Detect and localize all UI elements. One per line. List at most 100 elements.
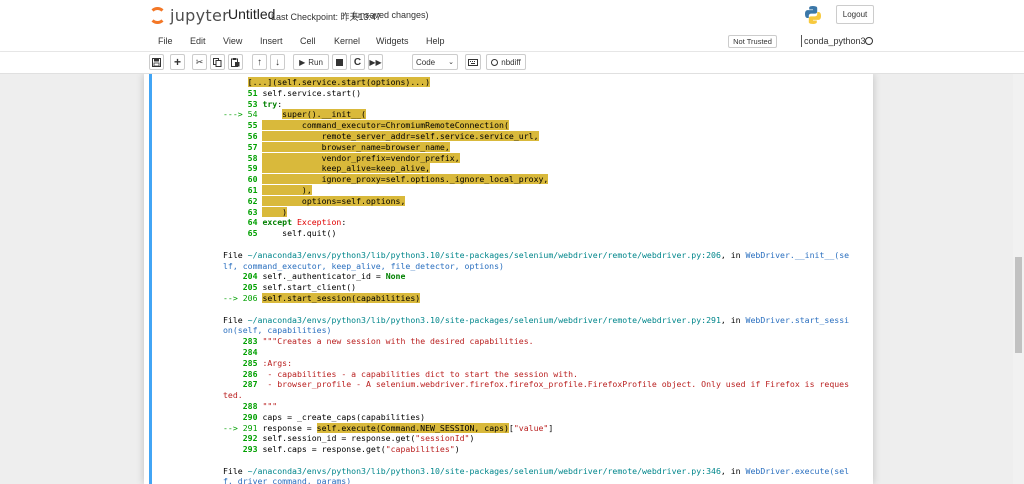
output-segment: None (385, 271, 406, 282)
output-segment: 61 (247, 184, 258, 195)
output-line: f, driver_command, params) (223, 476, 853, 484)
selected-cell-indicator (149, 74, 152, 484)
output-segment: 63 (247, 206, 258, 217)
cut-button[interactable]: ✂ (192, 54, 207, 70)
chevron-down-icon: ⌄ (448, 59, 454, 66)
output-segment: File (223, 314, 248, 325)
output-line: 292 self.session_id = response.get("sess… (223, 433, 853, 444)
output-segment: 57 (247, 141, 258, 152)
plus-icon: + (173, 55, 181, 69)
menu-insert[interactable]: Insert (260, 36, 283, 46)
output-segment: 204 (242, 271, 258, 282)
copy-button[interactable] (210, 54, 225, 70)
output-segment (223, 185, 248, 195)
output-line: 56 remote_server_addr=self.service.servi… (223, 130, 853, 142)
jupyter-logo[interactable]: jupyter (149, 5, 229, 25)
jupyter-logo-text: jupyter (170, 5, 230, 25)
output-segment: self.session_id = response.get( (257, 433, 416, 444)
output-line: 63 ) (223, 206, 853, 218)
output-segment (223, 401, 243, 411)
output-line: 283 """Creates a new session with the de… (223, 336, 853, 347)
output-segment: 56 (247, 130, 258, 141)
output-segment: except (262, 217, 293, 228)
output-segment: f, driver_command, params) (223, 476, 352, 484)
restart-icon: C (353, 56, 362, 68)
output-line: --> 291 response = self.execute(Command.… (223, 422, 853, 434)
paste-icon (231, 57, 240, 67)
output-line: 61 ), (223, 184, 853, 196)
move-down-button[interactable]: ↓ (270, 54, 285, 70)
output-segment: remote_server_addr=self.service.service_… (262, 130, 539, 141)
output-segment (223, 444, 243, 454)
menu-view[interactable]: View (223, 36, 242, 46)
output-line: 64 except Exception: (223, 217, 853, 228)
restart-run-all-button[interactable]: ▶▶ (368, 54, 383, 70)
menu-edit[interactable]: Edit (190, 36, 206, 46)
restart-button[interactable]: C (350, 54, 365, 70)
output-segment: ~/anaconda3/envs/python3/lib/python3.10/… (247, 465, 721, 476)
menu-file[interactable]: File (158, 36, 173, 46)
output-segment: [...](self.service.start(options)...) (247, 77, 431, 87)
output-segment (223, 282, 243, 292)
cell-type-value: Code (416, 57, 436, 67)
menu-kernel[interactable]: Kernel (334, 36, 360, 46)
run-button[interactable]: ▶ Run (293, 54, 329, 70)
output-segment: - capabilities - a capabilities dict to … (262, 368, 578, 379)
not-trusted-button[interactable]: Not Trusted (728, 35, 777, 48)
output-segment: 58 (247, 152, 258, 163)
output-segment (258, 109, 283, 119)
output-segment (223, 163, 248, 173)
output-segment: self.quit() (257, 228, 337, 239)
save-button[interactable] (149, 54, 164, 70)
nbdiff-button[interactable]: nbdiff (486, 54, 526, 70)
output-segment: 288 (242, 400, 258, 411)
output-segment: ted. (223, 390, 243, 401)
cell-type-select[interactable]: Code ⌄ (412, 54, 458, 70)
output-segment: ) (454, 444, 460, 455)
interrupt-button[interactable] (332, 54, 347, 70)
output-segment: ), (262, 184, 312, 195)
output-segment: vendor_prefix=vendor_prefix, (262, 152, 460, 163)
notebook-title[interactable]: Untitled (228, 6, 275, 22)
output-segment: "sessionId" (415, 433, 470, 444)
output-segment: self.caps = response.get( (257, 444, 386, 455)
output-line: 287 - browser_profile - A selenium.webdr… (223, 379, 853, 390)
scrollbar-thumb[interactable] (1015, 257, 1022, 353)
output-segment (223, 412, 243, 422)
paste-button[interactable] (228, 54, 243, 70)
output-segment: 286 (242, 368, 258, 379)
output-segment: --> 291 (223, 422, 258, 433)
output-segment: self.service.start() (257, 87, 362, 98)
stop-icon (336, 58, 343, 66)
command-palette-button[interactable] (465, 54, 481, 70)
menu-help[interactable]: Help (426, 36, 445, 46)
output-segment: self._authenticator_id = (257, 271, 386, 282)
output-segment (223, 369, 243, 379)
output-segment: 287 (242, 379, 258, 390)
output-segment: ) (262, 206, 288, 217)
output-segment: command_executor=ChromiumRemoteConnectio… (262, 120, 509, 131)
traceback-output: [...](self.service.start(options)...) 51… (223, 77, 853, 484)
output-segment (223, 347, 243, 357)
logout-button[interactable]: Logout (836, 5, 874, 24)
output-segment: 59 (247, 163, 258, 174)
menu-cell[interactable]: Cell (300, 36, 316, 46)
output-segment: super().__init__( (282, 109, 366, 120)
output-segment: 292 (242, 433, 258, 444)
output-segment: try (262, 98, 278, 109)
output-segment: 285 (242, 357, 258, 368)
history-icon (491, 58, 499, 66)
output-line: 204 self._authenticator_id = None (223, 271, 853, 282)
floppy-icon (152, 57, 161, 67)
autosave-status: (unsaved changes) (352, 10, 429, 20)
output-segment (223, 207, 248, 217)
move-up-button[interactable]: ↑ (252, 54, 267, 70)
output-line: File ~/anaconda3/envs/python3/lib/python… (223, 250, 853, 261)
insert-cell-button[interactable]: + (170, 54, 185, 70)
output-segment (223, 433, 243, 443)
output-line: ted. (223, 390, 853, 401)
notebook-header: jupyter Untitled Last Checkpoint: 昨天13:4… (0, 0, 1024, 30)
output-line: File ~/anaconda3/envs/python3/lib/python… (223, 315, 853, 326)
menu-widgets[interactable]: Widgets (376, 36, 409, 46)
